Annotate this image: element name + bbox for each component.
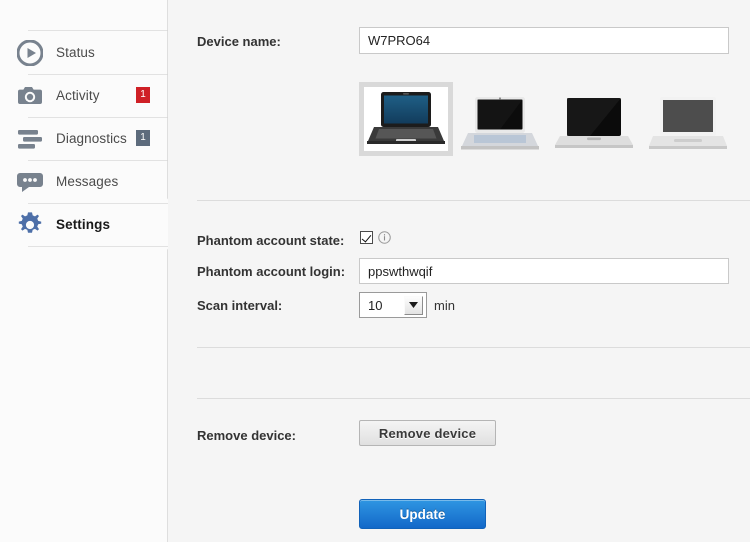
section-divider (197, 200, 750, 201)
laptop-icon (649, 97, 727, 149)
play-circle-icon (15, 38, 45, 68)
section-divider (197, 398, 750, 399)
sidebar-item-label: Status (56, 45, 95, 60)
device-option-laptop-black-slim[interactable] (547, 82, 641, 156)
scan-interval-select[interactable]: 10 (359, 292, 427, 318)
sidebar-item-label: Settings (56, 217, 111, 232)
remove-device-label: Remove device: (197, 428, 296, 443)
sidebar-item-label: Messages (56, 174, 119, 189)
device-name-input[interactable] (359, 27, 729, 54)
device-name-label: Device name: (197, 34, 281, 49)
status-badge: 1 (136, 87, 150, 103)
sidebar-divider (28, 246, 168, 247)
sidebar-item-settings[interactable]: Settings (0, 203, 168, 246)
status-badge: 1 (136, 130, 150, 146)
laptop-icon (461, 97, 539, 150)
phantom-account-login-input[interactable] (359, 258, 729, 284)
scan-interval-value: 10 (368, 297, 383, 313)
laptop-icon (555, 98, 633, 148)
bars-icon (15, 124, 45, 154)
scan-interval-unit: min (434, 298, 455, 313)
sidebar: Status Activity 1 Diagnostics 1 Messages… (0, 0, 182, 542)
update-button[interactable]: Update (359, 499, 486, 529)
scan-interval-label: Scan interval: (197, 298, 283, 313)
sidebar-item-label: Diagnostics (56, 131, 127, 146)
settings-form: Device name: W7PRO64 Phantom account sta… (168, 0, 750, 542)
speech-bubble-icon (15, 167, 45, 197)
settings-window: Status Activity 1 Diagnostics 1 Messages… (0, 0, 750, 542)
camera-icon (15, 81, 45, 111)
section-divider (197, 347, 750, 348)
device-option-laptop-silver-blue-screen[interactable] (359, 82, 453, 156)
sidebar-item-messages[interactable]: Messages (0, 160, 168, 203)
phantom-account-login-label: Phantom account login: (197, 264, 346, 279)
remove-device-button[interactable]: Remove device (359, 420, 496, 446)
device-option-laptop-white-grey-screen[interactable] (641, 82, 735, 156)
phantom-account-state-label: Phantom account state: (197, 233, 345, 248)
gear-icon (15, 210, 45, 240)
laptop-icon (367, 92, 445, 144)
sidebar-item-label: Activity (56, 88, 100, 103)
sidebar-item-diagnostics[interactable]: Diagnostics 1 (0, 117, 168, 160)
sidebar-item-status[interactable]: Status (0, 31, 168, 74)
phantom-account-state-checkbox[interactable] (360, 231, 373, 244)
info-icon[interactable] (378, 231, 391, 244)
device-option-laptop-black-keyboard[interactable] (453, 82, 547, 156)
sidebar-item-activity[interactable]: Activity 1 (0, 74, 168, 117)
chevron-down-icon[interactable] (404, 295, 423, 315)
